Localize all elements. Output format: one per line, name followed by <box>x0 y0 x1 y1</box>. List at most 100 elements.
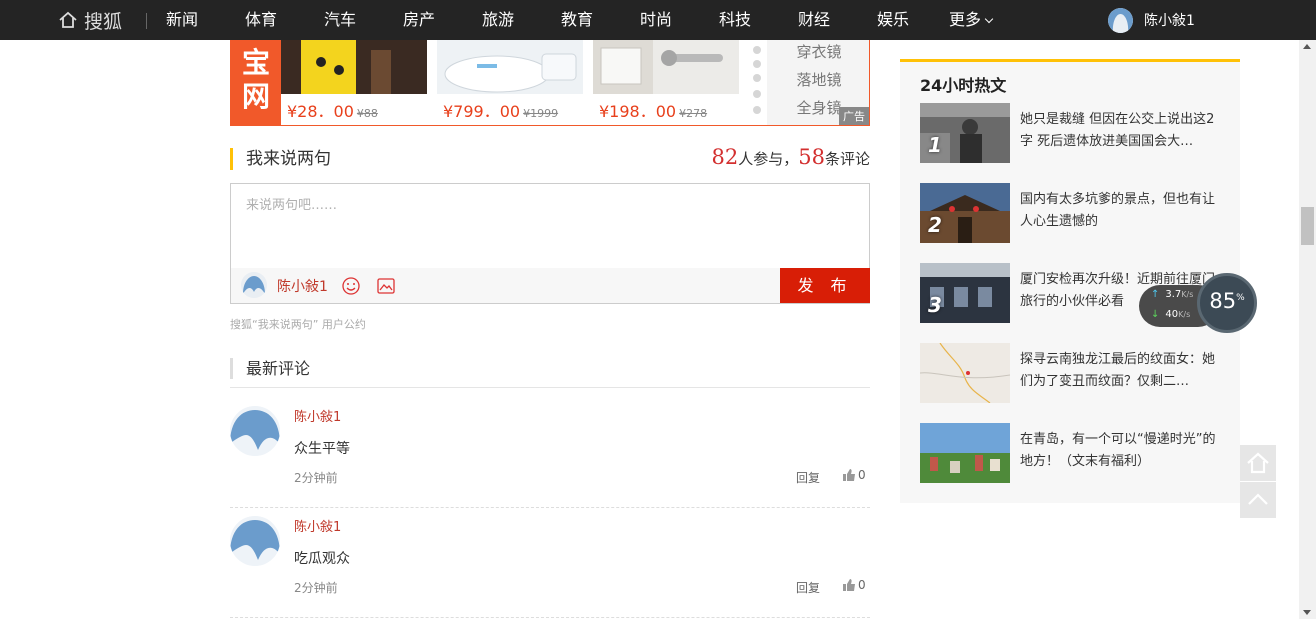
ad-logo: 宝网 <box>231 40 281 125</box>
like-count: 0 <box>858 578 866 592</box>
article-rank: 3 <box>928 293 942 317</box>
comment-stats: 82人参与，58条评论 <box>712 145 871 169</box>
back-to-top-button[interactable] <box>1240 482 1276 518</box>
comment-author[interactable]: 陈小敍1 <box>294 406 341 425</box>
nav-item-tech[interactable]: 科技 <box>719 0 751 40</box>
nav-more-dropdown[interactable]: 更多 <box>949 0 994 40</box>
comment-item: 陈小敍1 众生平等 2分钟前 回复 0 <box>230 398 870 508</box>
ad-banner[interactable]: 宝网 ¥28．00 ¥88 ¥799．00 ¥1999 ¥198．00 ¥278 穿衣… <box>230 40 870 126</box>
like-button[interactable]: 0 <box>842 468 866 482</box>
scrollbar-thumb[interactable] <box>1301 207 1314 245</box>
reply-button[interactable]: 回复 <box>796 469 820 486</box>
page-scrollbar[interactable] <box>1299 40 1316 619</box>
ad-category-item[interactable]: 穿衣镜 <box>767 40 869 68</box>
ad-category-item[interactable]: 落地镜 <box>767 68 869 96</box>
article-title: 在青岛，有一个可以“慢递时光”的地方！（文末有福利） <box>1020 432 1216 469</box>
current-user-name[interactable]: 陈小敍1 <box>277 276 328 296</box>
thumbs-up-icon <box>843 469 855 481</box>
comment-author[interactable]: 陈小敍1 <box>294 516 341 535</box>
nav-item-finance[interactable]: 财经 <box>798 0 830 40</box>
article-rank: 1 <box>928 133 942 157</box>
user-menu[interactable]: 陈小敍1 <box>1108 0 1195 40</box>
nav-item-entertainment[interactable]: 娱乐 <box>877 0 909 40</box>
home-float-button[interactable] <box>1240 445 1276 481</box>
nav-item-fashion[interactable]: 时尚 <box>640 0 672 40</box>
article-thumbnail: 3 <box>920 263 1010 323</box>
top-navbar: 搜狐 新闻 体育 汽车 房产 旅游 教育 时尚 科技 财经 娱乐 更多 陈小敍1 <box>0 0 1316 40</box>
network-speed-widget[interactable]: ↑ 3.7K/s ↓ 40K/s 85% <box>1139 273 1257 333</box>
scroll-down-arrow-icon[interactable] <box>1303 610 1311 615</box>
product-old-price: ¥1999 <box>523 107 559 120</box>
avatar[interactable] <box>230 406 280 456</box>
ad-carousel-dots <box>747 40 767 125</box>
ad-logo-text: 宝网 <box>241 46 270 113</box>
nav-item-sports[interactable]: 体育 <box>245 0 277 40</box>
chevron-up-icon <box>1248 493 1268 505</box>
nav-item-auto[interactable]: 汽车 <box>324 0 356 40</box>
ad-label: 广告 <box>839 107 869 125</box>
product-image <box>593 40 739 94</box>
product-old-price: ¥278 <box>679 107 708 120</box>
avatar[interactable] <box>230 516 280 566</box>
ad-product-2[interactable]: ¥799．00 ¥1999 <box>437 40 583 125</box>
comment-count: 58 <box>798 145 825 169</box>
article-title: 她只是裁缝 但因在公交上说出这2字 死后遗体放进美国国会大… <box>1020 112 1215 149</box>
article-title: 探寻云南独龙江最后的纹面女：她们为了变丑而纹面？仅剩二… <box>1020 352 1216 389</box>
divider <box>230 387 870 388</box>
sohu-logo[interactable]: 搜狐 <box>58 0 122 40</box>
hot-articles-title: 24小时热文 <box>920 76 1007 95</box>
reply-button[interactable]: 回复 <box>796 579 820 596</box>
download-speed: ↓ 40K/s <box>1151 309 1191 320</box>
usage-percent: 85 <box>1209 289 1237 313</box>
comment-text: 吃瓜观众 <box>294 551 350 567</box>
article-thumbnail: 2 <box>920 183 1010 243</box>
nav-item-education[interactable]: 教育 <box>561 0 593 40</box>
product-image <box>281 40 427 94</box>
article-rank: 2 <box>928 213 942 237</box>
avatar <box>241 272 267 298</box>
hot-article-item[interactable]: 1 她只是裁缝 但因在公交上说出这2字 死后遗体放进美国国会大… <box>920 103 1230 163</box>
usage-gauge: 85% <box>1197 273 1257 333</box>
product-old-price: ¥88 <box>356 107 378 120</box>
comment-time: 2分钟前 <box>294 581 338 595</box>
image-upload-icon[interactable] <box>376 276 396 296</box>
like-button[interactable]: 0 <box>842 578 866 592</box>
user-name: 陈小敍1 <box>1144 13 1195 29</box>
latest-comments-title: 最新评论 <box>230 358 310 379</box>
chevron-down-icon <box>984 14 994 24</box>
article-thumbnail <box>920 343 1010 403</box>
comment-item: 陈小敍1 吃瓜观众 2分钟前 回复 0 <box>230 508 870 618</box>
ad-product-3[interactable]: ¥198．00 ¥278 <box>593 40 739 125</box>
hot-article-item[interactable]: 2 国内有太多坑爹的景点，但也有让人心生遗憾的 <box>920 183 1230 243</box>
hot-article-item[interactable]: 在青岛，有一个可以“慢递时光”的地方！（文末有福利） <box>920 423 1230 483</box>
avatar <box>1108 7 1133 33</box>
hot-article-item[interactable]: 探寻云南独龙江最后的纹面女：她们为了变丑而纹面？仅剩二… <box>920 343 1230 403</box>
product-image <box>437 40 583 94</box>
nav-item-travel[interactable]: 旅游 <box>482 0 514 40</box>
like-count: 0 <box>858 468 866 482</box>
ad-product-1[interactable]: ¥28．00 ¥88 <box>281 40 427 125</box>
thumbs-up-icon <box>843 579 855 591</box>
comment-text: 众生平等 <box>294 441 350 457</box>
logo-text: 搜狐 <box>84 10 123 33</box>
upload-speed: ↑ 3.7K/s <box>1151 289 1194 300</box>
arrow-up-icon: ↑ <box>1151 289 1160 300</box>
article-title: 国内有太多坑爹的景点，但也有让人心生遗憾的 <box>1020 192 1216 229</box>
arrow-down-icon: ↓ <box>1151 309 1160 320</box>
publish-button[interactable]: 发 布 <box>780 268 870 303</box>
scroll-up-arrow-icon[interactable] <box>1303 44 1311 49</box>
comment-input[interactable] <box>231 184 869 268</box>
editor-toolbar: 陈小敍1 发 布 <box>231 268 870 303</box>
product-price: ¥799．00 ¥1999 <box>443 102 559 121</box>
comment-time: 2分钟前 <box>294 471 338 485</box>
product-price: ¥198．00 ¥278 <box>599 102 708 121</box>
emoji-icon[interactable] <box>341 276 361 296</box>
product-price: ¥28．00 ¥88 <box>287 102 378 121</box>
participant-label: 人参与， <box>738 150 799 168</box>
nav-more-label: 更多 <box>949 10 982 29</box>
comment-count-label: 条评论 <box>824 150 870 168</box>
nav-item-news[interactable]: 新闻 <box>166 0 198 40</box>
nav-item-house[interactable]: 房产 <box>403 0 435 40</box>
article-thumbnail <box>920 423 1010 483</box>
user-policy-link[interactable]: 搜狐“我来说两句” 用户公约 <box>230 316 366 332</box>
